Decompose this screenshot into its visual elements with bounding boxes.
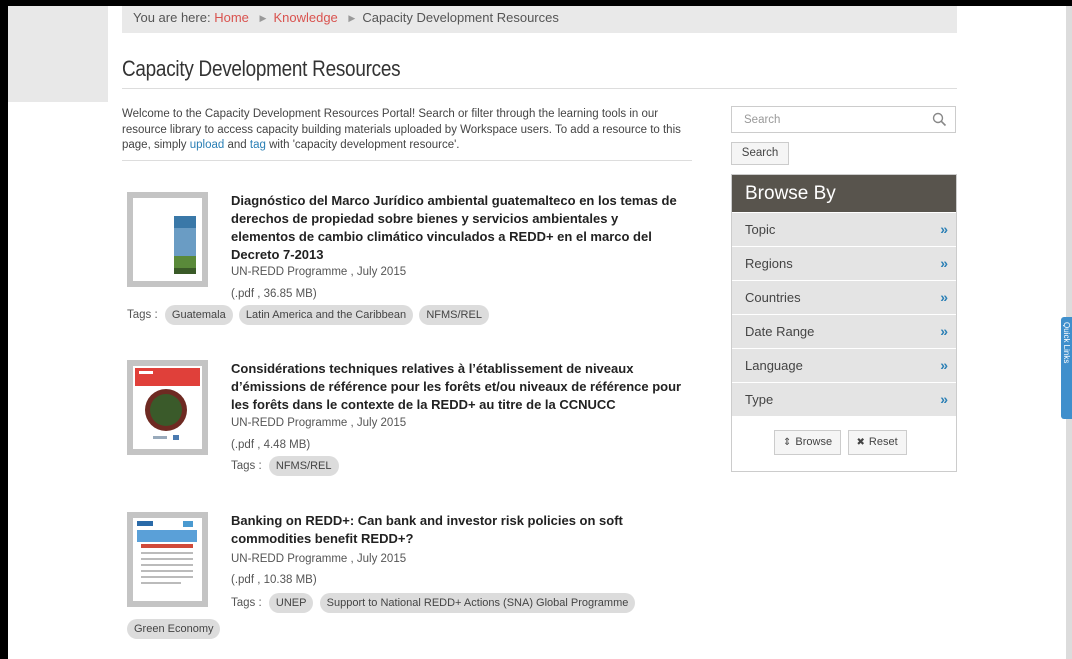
breadcrumb-separator-icon: ▶ <box>259 13 267 23</box>
resource-title-link[interactable]: Considérations techniques relatives à l’… <box>231 360 686 414</box>
resource-file-info: (.pdf , 4.48 MB) <box>231 439 311 451</box>
resource-title-link[interactable]: Banking on REDD+: Can bank and investor … <box>231 512 686 548</box>
browse-item-label: Language <box>745 358 803 373</box>
search-input[interactable] <box>732 107 929 132</box>
tags-label: Tags : <box>231 460 262 472</box>
resource-thumbnail[interactable] <box>127 360 208 455</box>
chevron-right-icon: » <box>940 323 948 339</box>
browse-item-date-range[interactable]: Date Range » <box>732 315 956 348</box>
breadcrumb: You are here: Home ▶ Knowledge ▶ Capacity … <box>122 6 957 33</box>
tags-label: Tags : <box>231 597 262 609</box>
tag-chip[interactable]: Support to National REDD+ Actions (SNA) … <box>319 593 636 613</box>
intro-divider <box>122 160 692 161</box>
browse-item-label: Topic <box>745 222 776 237</box>
search-icon[interactable] <box>932 112 947 127</box>
browse-actions: ⇕ Browse ✖ Reset <box>774 430 909 455</box>
tag-chip[interactable]: Green Economy <box>127 619 221 639</box>
breadcrumb-prefix: You are here: <box>133 10 211 25</box>
resource-author: UN-REDD Programme , July 2015 <box>231 417 407 429</box>
reset-button-label: Reset <box>868 436 898 448</box>
tag-chip[interactable]: Guatemala <box>164 305 233 325</box>
intro-text-and: and <box>224 139 250 151</box>
window-frame-left <box>0 0 8 659</box>
resource-thumbnail[interactable] <box>127 512 208 607</box>
search-button[interactable]: Search <box>731 142 789 165</box>
resource-thumbnail[interactable] <box>127 192 208 287</box>
resource-author: UN-REDD Programme , July 2015 <box>231 553 407 565</box>
resource-file-info: (.pdf , 36.85 MB) <box>231 288 317 300</box>
chevron-right-icon: » <box>940 255 948 271</box>
browse-item-type[interactable]: Type » <box>732 383 956 416</box>
browse-button[interactable]: ⇕ Browse <box>774 430 842 455</box>
document-cover-image <box>133 366 202 449</box>
resource-tags: Tags : Guatemala Latin America and the C… <box>127 305 492 325</box>
browse-button-label: Browse <box>795 436 833 448</box>
chevron-right-icon: » <box>940 357 948 373</box>
sort-icon: ⇕ <box>783 437 792 448</box>
resource-tags-overflow: Green Economy <box>127 619 223 639</box>
search-box <box>731 106 956 133</box>
breadcrumb-separator-icon: ▶ <box>348 13 356 23</box>
tag-chip[interactable]: Latin America and the Caribbean <box>238 305 414 325</box>
reset-button[interactable]: ✖ Reset <box>847 430 907 455</box>
browse-item-label: Date Range <box>745 324 815 339</box>
breadcrumb-knowledge-link[interactable]: Knowledge <box>273 10 337 25</box>
background-panel <box>8 6 108 102</box>
quick-links-label: Quick Links <box>1063 322 1071 364</box>
tags-label: Tags : <box>127 309 158 321</box>
document-cover-image <box>133 518 202 601</box>
browse-item-topic[interactable]: Topic » <box>732 213 956 246</box>
browse-heading: Browse By <box>732 175 956 212</box>
tag-chip[interactable]: UNEP <box>268 593 314 613</box>
reset-icon: ✖ <box>856 437 865 448</box>
tag-link[interactable]: tag <box>250 139 266 151</box>
resource-title-link[interactable]: Diagnóstico del Marco Jurídico ambiental… <box>231 192 686 264</box>
intro-text: Welcome to the Capacity Development Reso… <box>122 107 687 154</box>
resource-file-info: (.pdf , 10.38 MB) <box>231 574 317 586</box>
browse-item-label: Countries <box>745 290 801 305</box>
chevron-right-icon: » <box>940 221 948 237</box>
chevron-right-icon: » <box>940 289 948 305</box>
page-title: Capacity Development Resources <box>122 56 401 81</box>
breadcrumb-current: Capacity Development Resources <box>362 10 559 25</box>
browse-item-label: Type <box>745 392 774 407</box>
browse-item-language[interactable]: Language » <box>732 349 956 382</box>
upload-link[interactable]: upload <box>190 139 225 151</box>
browse-item-label: Regions <box>745 256 793 271</box>
chevron-right-icon: » <box>940 391 948 407</box>
resource-tags: Tags : NFMS/REL <box>231 456 342 476</box>
intro-text-end: with 'capacity development resource'. <box>265 139 460 151</box>
tag-chip[interactable]: NFMS/REL <box>419 305 489 325</box>
resource-tags: Tags : UNEP Support to National REDD+ Ac… <box>231 593 638 613</box>
title-divider <box>122 88 957 89</box>
breadcrumb-home-link[interactable]: Home <box>214 10 249 25</box>
document-cover-image <box>133 198 202 281</box>
resource-author: UN-REDD Programme , July 2015 <box>231 266 407 278</box>
browse-panel: Browse By Topic » Regions » Countries » … <box>731 174 957 472</box>
browse-item-countries[interactable]: Countries » <box>732 281 956 314</box>
tag-chip[interactable]: NFMS/REL <box>268 456 339 476</box>
browse-item-regions[interactable]: Regions » <box>732 247 956 280</box>
